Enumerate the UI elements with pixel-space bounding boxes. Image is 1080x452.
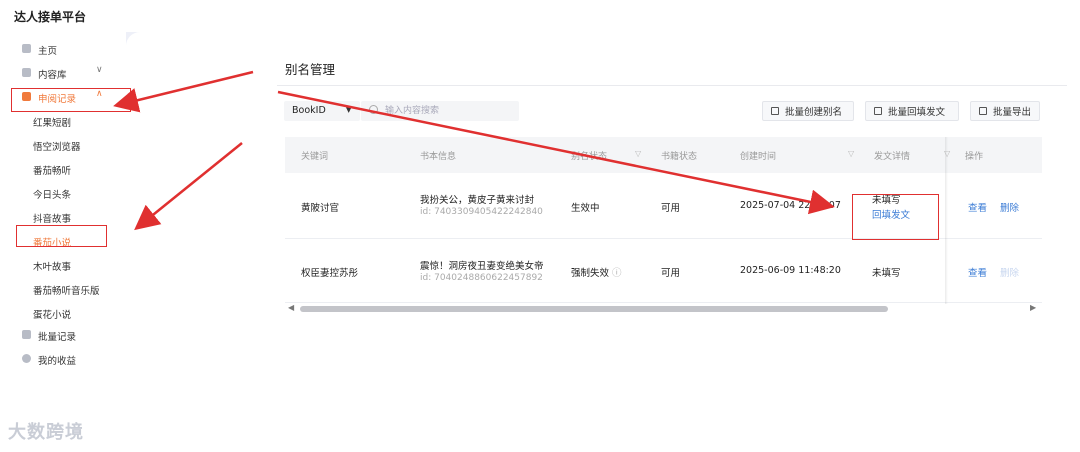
search-icon	[369, 105, 378, 114]
delete-link[interactable]: 删除	[1000, 200, 1019, 214]
column-header: 关键词	[301, 152, 329, 162]
brand-title: 达人接单平台	[14, 10, 87, 24]
caret-down-icon: ▼	[346, 106, 352, 114]
table-row: 权臣妻控苏彤 震惊！洞房夜丑妻变绝美女帝 id: 704024886062245…	[285, 239, 1042, 303]
sidebar-subitem[interactable]: 今日头条	[33, 187, 71, 201]
select-value: BookID	[292, 105, 326, 116]
sidebar-subitem[interactable]: 蛋花小说	[33, 307, 71, 321]
sidebar-item-content-library[interactable]: 内容库 ∨	[0, 62, 126, 84]
sidebar-subitem[interactable]: 抖音故事	[33, 211, 71, 225]
sidebar-subitem[interactable]: 番茄畅听音乐版	[33, 283, 100, 297]
delete-link-disabled: 删除	[1000, 268, 1020, 279]
book-title-cell: 震惊！洞房夜丑妻变绝美女帝	[420, 261, 544, 272]
column-header: 别名状态	[571, 152, 608, 162]
sidebar-subitem[interactable]: 红果短剧	[33, 115, 71, 129]
view-link[interactable]: 查看	[968, 265, 987, 279]
search-input[interactable]	[385, 104, 511, 118]
column-header: 操作	[965, 152, 984, 162]
batch-create-alias-button[interactable]: 批量创建别名	[762, 101, 854, 121]
keyword-cell: 黄陂讨官	[301, 203, 340, 214]
column-header: 创建时间	[740, 152, 777, 162]
button-label: 批量创建别名	[785, 107, 843, 118]
batch-export-button[interactable]: 批量导出	[970, 101, 1040, 121]
book-id-cell: id: 7040248860622457892	[420, 273, 543, 283]
annotation-box-post	[852, 194, 939, 240]
sidebar-subitem[interactable]: 木叶故事	[33, 259, 71, 273]
button-label: 批量回填发文	[888, 107, 946, 118]
main-panel: 别名管理 BookID ▼ 批量创建别名 批量回填发文 批量导出 关键词 书本信…	[126, 32, 1080, 452]
annotation-box-nav	[11, 88, 131, 112]
fixed-column-shadow	[945, 137, 948, 304]
sidebar-item-label: 我的收益	[38, 356, 77, 367]
alias-status-text: 强制失效	[571, 268, 610, 279]
created-time-cell: 2025-07-04 22:10:07	[740, 200, 841, 211]
chevron-down-icon: ∨	[96, 65, 103, 75]
book-id-cell: id: 7403309405422242840	[420, 207, 543, 217]
book-status-cell: 可用	[661, 203, 681, 214]
filter-icon[interactable]: ▽	[635, 149, 641, 158]
book-title-cell: 我扮关公，黄皮子黄来讨封	[420, 195, 535, 206]
page-title: 别名管理	[285, 62, 336, 77]
sidebar-item-home[interactable]: 主页	[0, 38, 126, 60]
filter-icon[interactable]: ▽	[848, 149, 854, 158]
sidebar-subitem[interactable]: 悟空浏览器	[33, 139, 81, 153]
table-header: 关键词 书本信息 别名状态 ▽ 书籍状态 创建时间 ▽ 发文详情 ▽ 操作	[285, 137, 1042, 173]
scroll-left-icon[interactable]: ◀	[288, 303, 294, 312]
keyword-cell: 权臣妻控苏彤	[301, 268, 359, 279]
home-icon	[22, 44, 31, 53]
batch-backfill-post-button[interactable]: 批量回填发文	[865, 101, 959, 121]
export-icon	[979, 107, 987, 115]
alias-status-cell: 强制失效 ⓘ	[571, 265, 622, 279]
grid-icon	[22, 330, 31, 339]
sidebar-item-label: 批量记录	[38, 332, 77, 343]
scrollbar-thumb[interactable]	[300, 306, 888, 312]
scroll-right-icon[interactable]: ▶	[1030, 303, 1036, 312]
view-link[interactable]: 查看	[968, 200, 987, 214]
column-header: 书籍状态	[661, 152, 698, 162]
search-box[interactable]	[361, 101, 519, 121]
book-status-cell: 可用	[661, 268, 681, 279]
created-time-cell: 2025-06-09 11:48:20	[740, 265, 841, 276]
sidebar-item-label: 主页	[38, 46, 58, 57]
sidebar-item-label: 内容库	[38, 70, 67, 81]
info-icon[interactable]: ⓘ	[612, 268, 622, 279]
divider	[277, 85, 1067, 86]
alias-status-cell: 生效中	[571, 203, 600, 214]
watermark: 大数跨境	[8, 422, 84, 443]
column-header: 书本信息	[420, 152, 457, 162]
sidebar-item-batch-records[interactable]: 批量记录	[0, 324, 126, 346]
top-bar: 达人接单平台	[0, 0, 1080, 32]
search-field-select[interactable]: BookID ▼	[284, 101, 360, 121]
horizontal-scrollbar[interactable]: ◀ ▶	[285, 303, 1042, 313]
annotation-box-subnav	[16, 225, 107, 247]
inbox-icon	[22, 68, 31, 77]
post-status-cell: 未填写	[872, 268, 901, 279]
sidebar-item-earnings[interactable]: 我的收益	[0, 348, 126, 370]
column-header: 发文详情	[874, 152, 911, 162]
sidebar-subitem[interactable]: 番茄畅听	[33, 163, 71, 177]
button-label: 批量导出	[993, 107, 1032, 118]
document-icon	[874, 107, 882, 115]
plus-square-icon	[771, 107, 779, 115]
coin-icon	[22, 354, 31, 363]
